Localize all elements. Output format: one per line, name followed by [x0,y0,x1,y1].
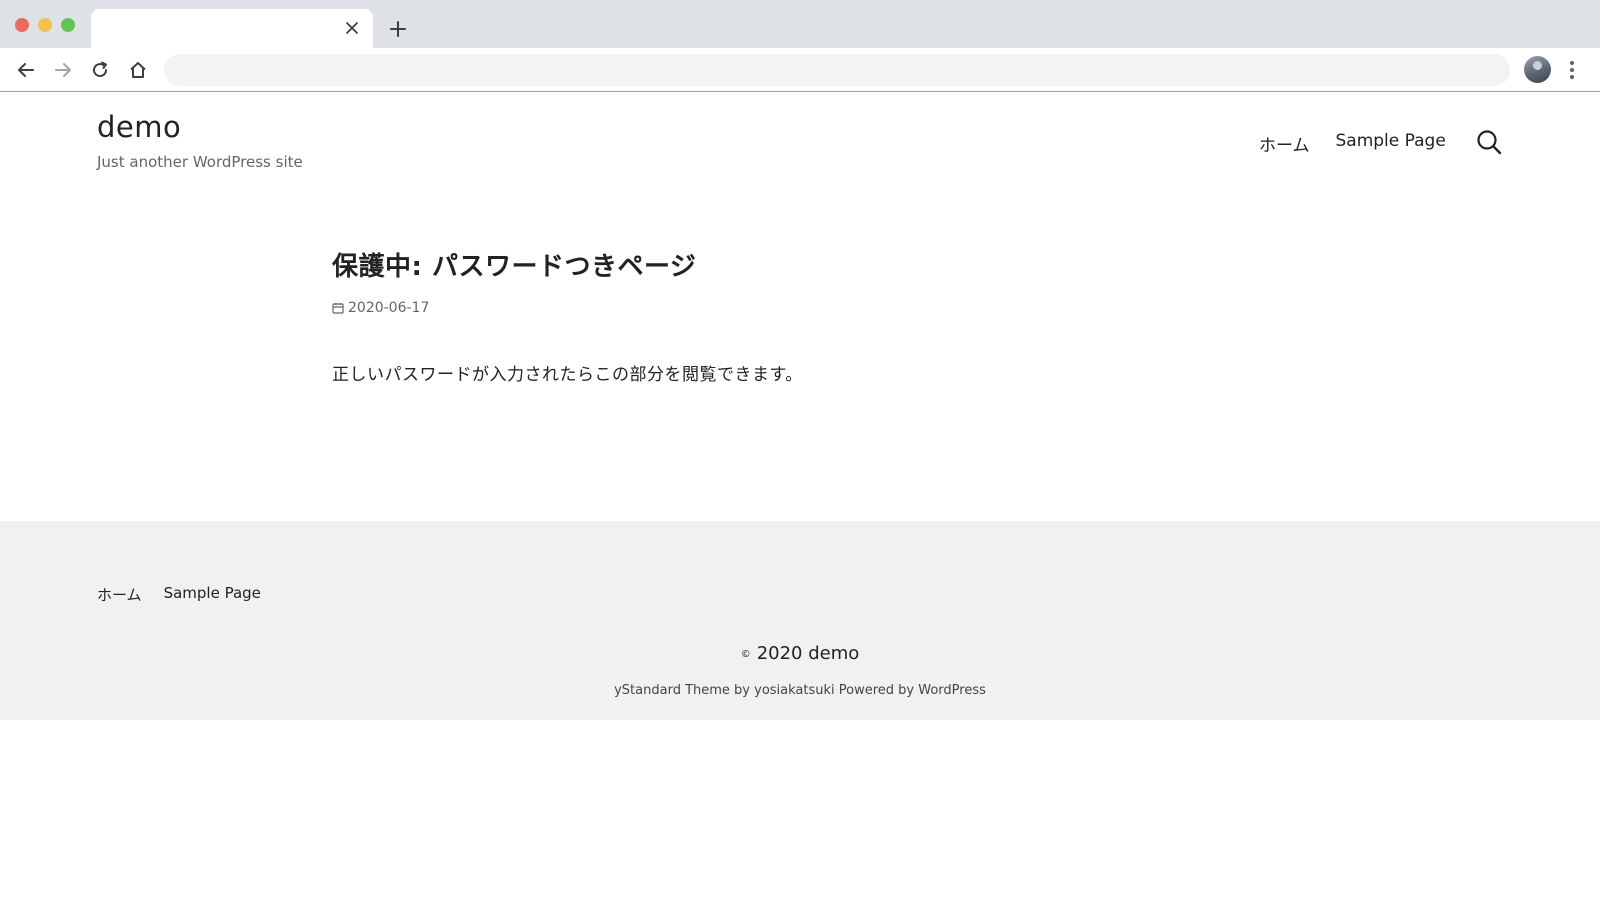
search-icon [1477,130,1502,155]
window-zoom-button[interactable] [61,18,75,32]
search-button[interactable] [1474,127,1504,157]
menu-dot [1570,75,1574,79]
browser-tab-bar [0,0,1600,48]
arrow-right-icon [55,63,71,77]
footer-nav-item-sample-page[interactable]: Sample Page [164,584,261,605]
copyright-symbol: © [740,649,751,660]
post-date-text: 2020-06-17 [348,300,430,316]
new-tab-button[interactable] [385,16,411,42]
reload-button[interactable] [86,56,114,84]
close-icon [346,22,358,34]
plus-icon [390,21,406,37]
post-title: 保護中: パスワードつきページ [332,252,697,282]
browser-toolbar [0,48,1600,92]
site-footer: ホーム Sample Page © 2020 demo yStandard The… [0,521,1600,720]
back-button[interactable] [12,56,40,84]
site-title[interactable]: demo [97,110,181,144]
forward-button[interactable] [49,56,77,84]
site-description: Just another WordPress site [97,153,303,171]
browser-tab[interactable] [91,9,373,48]
window-close-button[interactable] [15,18,29,32]
post-date: 2020-06-17 [332,300,429,316]
arrow-left-icon [18,63,34,77]
powered-by: yStandard Theme by yosiakatsuki Powered … [614,683,986,698]
footer-nav: ホーム Sample Page [97,584,261,605]
home-button[interactable] [124,56,152,84]
copyright-text: 2020 demo [756,643,860,664]
home-icon [130,62,146,78]
menu-dot [1570,68,1574,72]
profile-avatar[interactable] [1524,56,1551,83]
window-minimize-button[interactable] [38,18,52,32]
menu-dot [1570,61,1574,65]
tab-close-button[interactable] [341,17,363,39]
calendar-icon [332,303,344,314]
browser-menu-button[interactable] [1562,56,1582,84]
footer-nav-item-home[interactable]: ホーム [97,584,142,605]
reload-icon [93,61,108,78]
address-bar[interactable] [164,54,1510,86]
post-body: 正しいパスワードが入力されたらこの部分を閲覧できます。 [332,365,803,385]
copyright: © 2020 demo [0,643,1600,664]
global-nav: ホーム Sample Page [1259,131,1446,156]
nav-item-sample-page[interactable]: Sample Page [1336,131,1446,156]
nav-item-home[interactable]: ホーム [1259,131,1310,156]
